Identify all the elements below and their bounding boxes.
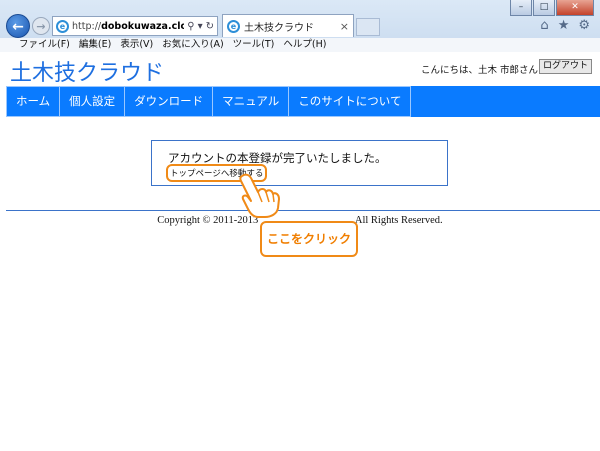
menu-file[interactable]: ファイル(F)	[19, 38, 70, 52]
arrow-right-icon: →	[36, 20, 46, 33]
search-icon[interactable]: ⚲	[187, 21, 194, 32]
forward-button[interactable]: →	[32, 17, 50, 35]
menu-tools[interactable]: ツール(T)	[233, 38, 275, 52]
menu-view[interactable]: 表示(V)	[120, 38, 153, 52]
dropdown-icon[interactable]: ▾	[198, 21, 203, 32]
pointing-hand-icon	[239, 173, 280, 218]
tab-title: 土木技クラウド	[244, 22, 314, 34]
refresh-icon[interactable]: ↻	[206, 21, 214, 32]
nav-manual[interactable]: マニュアル	[213, 86, 290, 117]
site-nav: ホーム 個人設定 ダウンロード マニュアル このサイトについて	[6, 86, 600, 117]
home-icon[interactable]: ⌂	[540, 18, 548, 33]
menu-help[interactable]: ヘルプ(H)	[283, 38, 326, 52]
menu-edit[interactable]: 編集(E)	[79, 38, 111, 52]
registration-message-box: アカウントの本登録が完了いたしました。 トップページへ移動する	[151, 140, 448, 186]
close-window-button[interactable]: ✕	[556, 0, 594, 16]
footer-divider	[6, 210, 600, 211]
browser-chrome: – □ ✕ ← → e http://dobokuwaza.cloudap...…	[0, 0, 600, 52]
address-tools: ⚲ ▾ ↻	[184, 21, 217, 32]
minimize-button[interactable]: –	[510, 0, 532, 16]
user-greeting: こんにちは、土木 市郎さん	[420, 65, 538, 76]
site-header: 土木技クラウド こんにちは、土木 市郎さん ログアウト	[0, 53, 600, 87]
nav-personal-settings[interactable]: 個人設定	[60, 86, 126, 117]
menu-bar: ファイル(F) 編集(E) 表示(V) お気に入り(A) ツール(T) ヘルプ(…	[0, 38, 600, 52]
nav-home[interactable]: ホーム	[6, 86, 61, 117]
address-url[interactable]: http://dobokuwaza.cloudap...	[72, 21, 184, 32]
nav-download[interactable]: ダウンロード	[125, 86, 214, 117]
logout-button[interactable]: ログアウト	[538, 59, 592, 74]
tab-close-icon[interactable]: ×	[340, 20, 349, 33]
star-icon[interactable]: ★	[558, 18, 570, 33]
window-controls: – □ ✕	[510, 0, 594, 16]
site-logo[interactable]: 土木技クラウド	[10, 55, 164, 87]
back-button[interactable]: ←	[6, 14, 30, 38]
copyright-right: All Rights Reserved.	[354, 215, 443, 226]
click-here-callout: ここをクリック	[260, 221, 358, 257]
tab-page-icon: e	[227, 19, 240, 33]
new-tab-button[interactable]	[356, 18, 380, 36]
arrow-left-icon: ←	[12, 19, 24, 35]
nav-about[interactable]: このサイトについて	[289, 86, 412, 117]
gear-icon[interactable]: ⚙	[578, 18, 590, 33]
menu-favorites[interactable]: お気に入り(A)	[162, 38, 223, 52]
toolbar-icons: ⌂ ★ ⚙	[540, 18, 590, 33]
maximize-button[interactable]: □	[533, 0, 555, 16]
ie-page-icon: e	[56, 19, 69, 33]
address-bar[interactable]: e http://dobokuwaza.cloudap... ⚲ ▾ ↻	[52, 16, 218, 36]
browser-tab[interactable]: e 土木技クラウド ×	[222, 14, 354, 37]
